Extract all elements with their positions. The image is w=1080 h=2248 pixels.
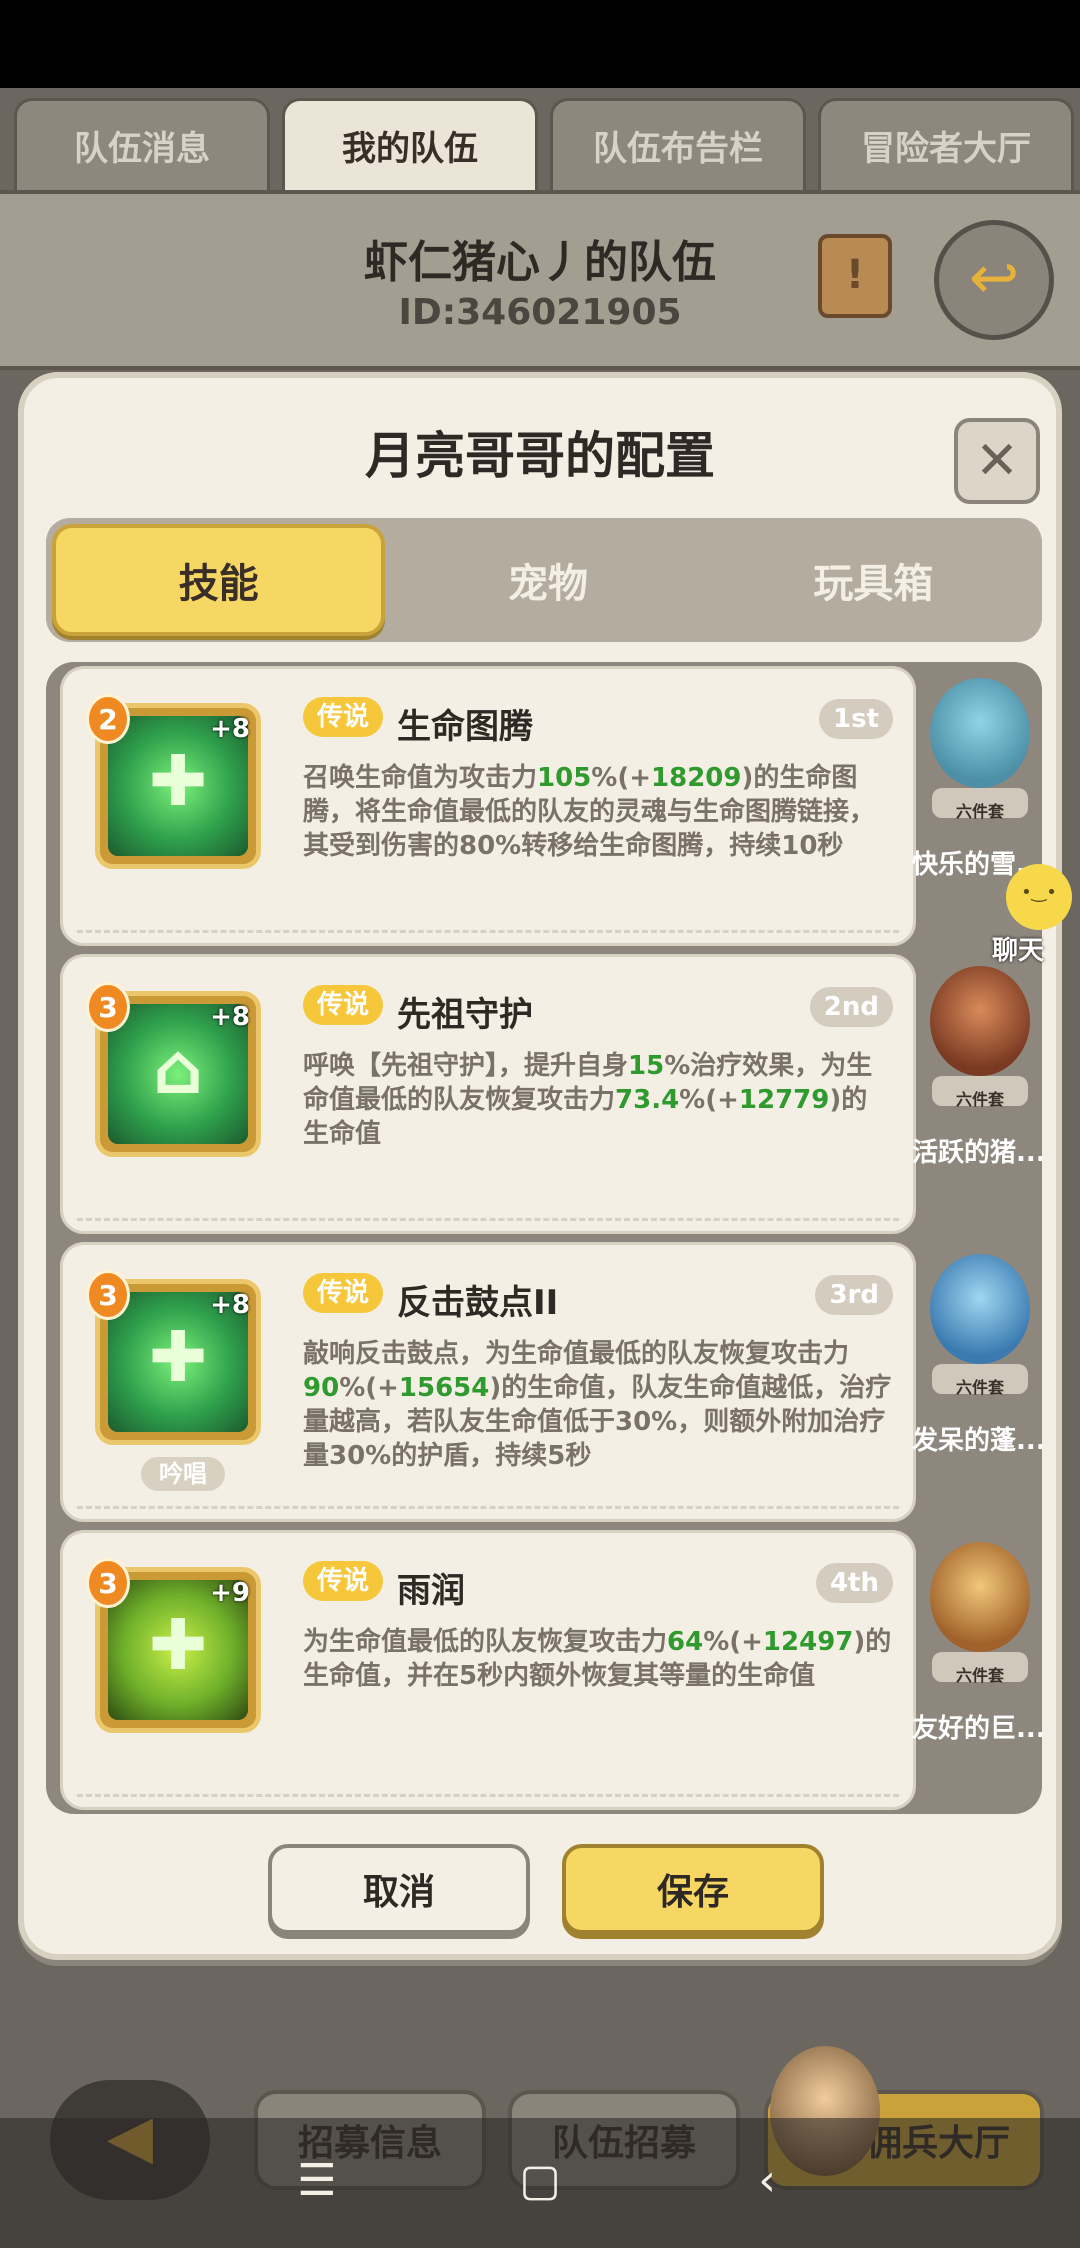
chat-face-icon	[1006, 864, 1072, 930]
skill-plus: +8	[210, 1290, 250, 1320]
close-icon: ✕	[975, 431, 1019, 491]
tab-skills[interactable]: 技能	[52, 524, 386, 636]
config-dialog: 月亮哥哥的配置 ✕ 技能 宠物 玩具箱 ✚ 2 +8 传说 生命图腾 1st 召…	[18, 372, 1062, 1960]
skill-name: 生命图腾	[397, 707, 533, 747]
cancel-button[interactable]: 取消	[268, 1844, 530, 1934]
pet-set-label: 六件套	[955, 1666, 1004, 1685]
tab-pets[interactable]: 宠物	[385, 524, 710, 636]
skill-description: 呼唤【先祖守护】，提升自身15%治疗效果，为生命值最低的队友恢复攻击力73.4%…	[303, 1051, 873, 1149]
chat-button[interactable]: 聊天	[972, 860, 1072, 970]
pet-avatar	[930, 1254, 1030, 1364]
close-button[interactable]: ✕	[954, 418, 1040, 504]
skill-card[interactable]: ✚ 2 +8 传说 生命图腾 1st 召唤生命值为攻击力105%(+18209)…	[60, 666, 916, 946]
skill-level-badge: 3	[86, 1270, 130, 1320]
rarity-badge: 传说	[303, 1561, 384, 1601]
tab-adventurer-hall[interactable]: 冒险者大厅	[818, 98, 1074, 190]
skill-level-badge: 2	[86, 694, 130, 744]
order-badge: 1st	[819, 699, 893, 739]
chant-badge: 吟唱	[141, 1457, 225, 1491]
pet-set-label: 六件套	[955, 802, 1004, 821]
chat-label: 聊天	[992, 936, 1045, 966]
back-icon[interactable]: ‹	[732, 2146, 802, 2216]
skill-plus: +9	[210, 1578, 250, 1608]
pet-avatar	[930, 1542, 1030, 1652]
notice-scroll-icon[interactable]	[818, 234, 892, 318]
skill-plus: +8	[210, 1002, 250, 1032]
team-id: ID:346021905	[398, 292, 682, 333]
order-badge: 3rd	[815, 1275, 893, 1315]
skill-plus: +8	[210, 714, 250, 744]
rarity-badge: 传说	[303, 985, 384, 1025]
exit-team-button[interactable]	[934, 220, 1054, 340]
tab-toybox[interactable]: 玩具箱	[711, 524, 1036, 636]
pet-set-label: 六件套	[955, 1378, 1004, 1397]
pet-avatar	[930, 678, 1030, 788]
skill-name: 先祖守护	[397, 995, 533, 1035]
top-tab-bar: 队伍消息 我的队伍 队伍布告栏 冒险者大厅	[14, 98, 1074, 190]
order-badge: 4th	[815, 1563, 893, 1603]
pet-avatar	[930, 966, 1030, 1076]
tab-team-messages[interactable]: 队伍消息	[14, 98, 270, 190]
dialog-title: 月亮哥哥的配置	[365, 427, 715, 485]
skill-card[interactable]: ✚ 3 +9 传说 雨润 4th 为生命值最低的队友恢复攻击力64%(+1249…	[60, 1530, 916, 1810]
config-tabs: 技能 宠物 玩具箱	[46, 518, 1042, 642]
home-icon[interactable]: ▢	[505, 2146, 575, 2216]
pet-name: 活跃的猪...	[912, 1138, 1042, 1168]
team-name: 虾仁猪心丿的队伍	[364, 237, 716, 288]
totem-skill-icon: ✚ 2 +8	[86, 694, 261, 869]
rarity-badge: 传说	[303, 1273, 384, 1313]
tab-team-bulletin[interactable]: 队伍布告栏	[550, 98, 806, 190]
pet-name: 发呆的蓬...	[912, 1426, 1042, 1456]
order-badge: 2nd	[809, 987, 893, 1027]
menu-icon[interactable]: ☰	[282, 2146, 352, 2216]
drumbeat-skill-icon: ✚ 3 +8	[86, 1270, 261, 1445]
save-button[interactable]: 保存	[562, 1844, 824, 1934]
pet-slot[interactable]: 六件套 活跃的猪...	[912, 954, 1042, 1224]
rain-skill-icon: ✚ 3 +9	[86, 1558, 261, 1733]
skill-description: 敲响反击鼓点，为生命值最低的队友恢复攻击力90%(+15654)的生命值，队友生…	[303, 1339, 892, 1471]
skill-card[interactable]: ⌂ 3 +8 传说 先祖守护 2nd 呼唤【先祖守护】，提升自身15%治疗效果，…	[60, 954, 916, 1234]
status-bar	[0, 0, 1080, 88]
skill-name: 反击鼓点II	[397, 1283, 559, 1323]
pet-slot[interactable]: 六件套 发呆的蓬...	[912, 1242, 1042, 1512]
skill-level-badge: 3	[86, 1558, 130, 1608]
pet-name: 友好的巨...	[912, 1714, 1042, 1744]
team-header: 虾仁猪心丿的队伍 ID:346021905	[0, 190, 1080, 370]
pet-set-label: 六件套	[955, 1090, 1004, 1109]
ancestor-guard-skill-icon: ⌂ 3 +8	[86, 982, 261, 1157]
skill-card[interactable]: ✚ 3 +8 吟唱 传说 反击鼓点II 3rd 敲响反击鼓点，为生命值最低的队友…	[60, 1242, 916, 1522]
skill-name: 雨润	[397, 1571, 465, 1611]
skill-description: 召唤生命值为攻击力105%(+18209)的生命图腾，将生命值最低的队友的灵魂与…	[303, 763, 876, 861]
skill-list: ✚ 2 +8 传说 生命图腾 1st 召唤生命值为攻击力105%(+18209)…	[46, 662, 1042, 1814]
system-nav-bar: ☰ ▢ ‹	[0, 2118, 1080, 2248]
rarity-badge: 传说	[303, 697, 384, 737]
skill-level-badge: 3	[86, 982, 130, 1032]
skill-description: 为生命值最低的队友恢复攻击力64%(+12497)的生命值，并在5秒内额外恢复其…	[303, 1627, 892, 1691]
tab-my-team[interactable]: 我的队伍	[282, 98, 538, 190]
pet-slot[interactable]: 六件套 友好的巨...	[912, 1530, 1042, 1800]
